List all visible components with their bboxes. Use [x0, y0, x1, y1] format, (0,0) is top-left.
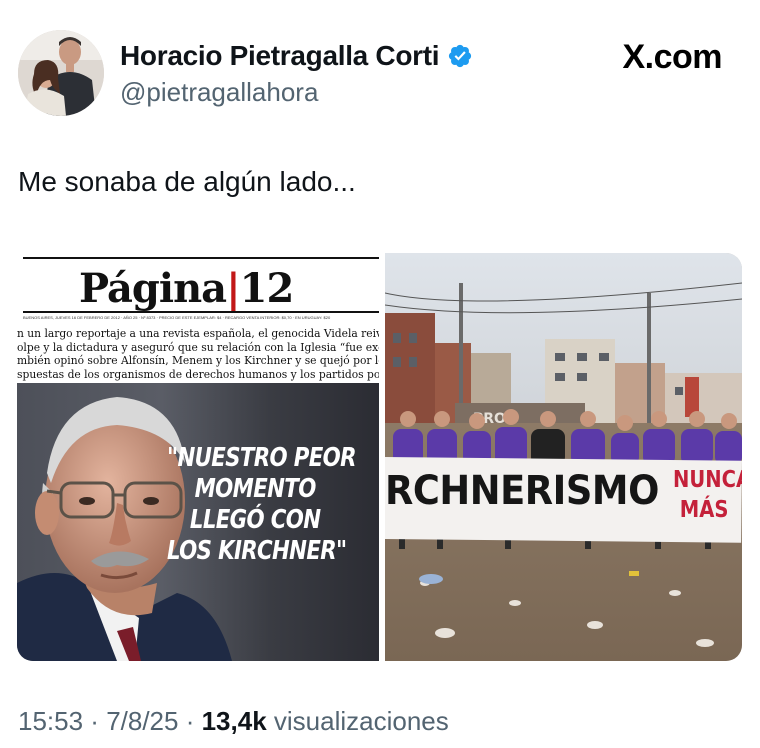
author-name[interactable]: Horacio Pietragalla Corti	[120, 40, 473, 72]
masthead-rule-bottom	[23, 311, 379, 313]
source-label: X.com	[622, 38, 722, 76]
tweet-meta: 15:53 · 7/8/25 · 13,4k visualizaciones	[18, 706, 449, 737]
meta-separator: ·	[178, 706, 202, 736]
newspaper-dateline: BUENOS AIRES, JUEVES 16 DE FEBRERO DE 20…	[23, 315, 331, 320]
newspaper-cover-image[interactable]: Página|12 BUENOS AIRES, JUEVES 16 DE FEB…	[17, 253, 379, 661]
newspaper-headline-quote: "NUESTRO PEOR MOMENTO LLEGÓ CON LOS KIRC…	[167, 443, 357, 567]
lede-line: n un largo reportaje a una revista españ…	[17, 327, 379, 340]
banner-red-text: NUNCA MÁS	[673, 465, 742, 525]
meta-separator: ·	[83, 706, 107, 736]
verified-badge-icon	[449, 44, 472, 68]
masthead-rule-top	[23, 257, 379, 259]
lede-line: spuestas de los organismos de derechos h…	[17, 367, 379, 381]
tweet-date[interactable]: 7/8/25	[106, 706, 178, 736]
profile-photo-icon	[18, 30, 104, 116]
avatar[interactable]	[18, 30, 104, 116]
newspaper-lede: n un largo reportaje a una revista españ…	[17, 327, 379, 381]
logo-bar: |	[226, 265, 241, 312]
logo-main: Página	[79, 265, 227, 312]
quote-line: MOMENTO	[194, 474, 317, 504]
protest-photo-image[interactable]: PRO RCHNERISMO NUNC MÁS	[385, 253, 742, 661]
tweet-text: Me sonaba de algún lado...	[18, 166, 356, 197]
banner-red-line: NUNCA	[673, 467, 742, 493]
lede-line: mbién opinó sobre Alfonsín, Menem y los …	[17, 354, 379, 367]
author-display-name[interactable]: Horacio Pietragalla Corti	[120, 40, 440, 72]
author-handle[interactable]: @pietragallahora	[120, 77, 318, 108]
newspaper-logo: Página|12	[79, 265, 295, 312]
views-label: visualizaciones	[266, 706, 449, 736]
banner-red-line: MÁS	[679, 497, 729, 523]
quote-line: "NUESTRO PEOR	[167, 443, 357, 473]
media-grid: Página|12 BUENOS AIRES, JUEVES 16 DE FEB…	[17, 253, 742, 661]
lede-line: olpe y la dictadura y aseguró que su rel…	[17, 340, 379, 354]
quote-line: LOS KIRCHNER"	[167, 536, 347, 566]
banner-text: RCHNERISMO	[385, 468, 659, 514]
views-count: 13,4k	[201, 706, 267, 736]
tweet-time[interactable]: 15:53	[18, 706, 83, 736]
logo-number: 12	[239, 265, 295, 312]
quote-line: LLEGÓ CON	[189, 505, 321, 535]
